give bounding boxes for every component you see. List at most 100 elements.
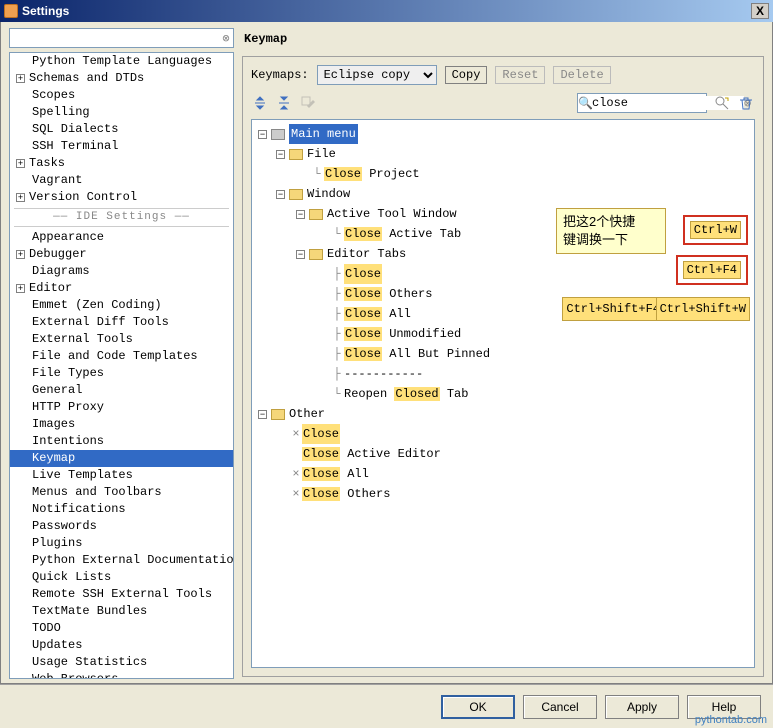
search-clear-icon[interactable]: ⊗ bbox=[219, 31, 233, 46]
sidebar-search-input[interactable] bbox=[10, 31, 219, 45]
tree-item[interactable]: TextMate Bundles bbox=[10, 603, 233, 620]
tree-item[interactable]: Python External Documentation bbox=[10, 552, 233, 569]
node-label: File bbox=[307, 144, 336, 164]
tree-item[interactable]: Plugins bbox=[10, 535, 233, 552]
tree-item[interactable]: General bbox=[10, 382, 233, 399]
tree-item[interactable]: Scopes bbox=[10, 87, 233, 104]
ok-button[interactable]: OK bbox=[441, 695, 515, 719]
tree-item[interactable]: Spelling bbox=[10, 104, 233, 121]
tree-item[interactable]: Live Templates bbox=[10, 467, 233, 484]
collapse-icon[interactable]: − bbox=[276, 190, 285, 199]
keymap-select[interactable]: Eclipse copy bbox=[317, 65, 437, 85]
delete-button[interactable]: Delete bbox=[553, 66, 610, 84]
node-window[interactable]: − Window bbox=[254, 184, 752, 204]
tree-item[interactable]: SQL Dialects bbox=[10, 121, 233, 138]
tree-item[interactable]: Quick Lists bbox=[10, 569, 233, 586]
tree-item[interactable]: Usage Statistics bbox=[10, 654, 233, 671]
action-reopen-closed-tab[interactable]: └ Reopen Closed Tab bbox=[254, 384, 752, 404]
action-other-close[interactable]: × Close bbox=[254, 424, 752, 444]
expand-icon[interactable]: + bbox=[16, 284, 25, 293]
shortcut-ctrl-shift-f4: Ctrl+Shift+F4 bbox=[562, 297, 664, 321]
node-label: Other bbox=[289, 404, 325, 424]
tree-item[interactable]: Menus and Toolbars bbox=[10, 484, 233, 501]
collapse-icon[interactable]: − bbox=[276, 150, 285, 159]
tree-item[interactable]: Appearance bbox=[10, 229, 233, 246]
tree-item[interactable]: Diagrams bbox=[10, 263, 233, 280]
tree-item[interactable]: +Version Control bbox=[10, 189, 233, 206]
tree-item[interactable]: +Editor bbox=[10, 280, 233, 297]
panel-title: Keymap bbox=[242, 28, 764, 50]
folder-icon bbox=[289, 189, 303, 200]
close-icon: × bbox=[290, 464, 302, 484]
node-active-tool-window[interactable]: − Active Tool Window bbox=[254, 204, 752, 224]
tree-item-label: Emmet (Zen Coding) bbox=[32, 297, 162, 314]
tree-item-label: External Diff Tools bbox=[32, 314, 169, 331]
action-close-unmodified[interactable]: ├ Close Unmodified bbox=[254, 324, 752, 344]
tree-item[interactable]: Updates bbox=[10, 637, 233, 654]
sidebar-search[interactable]: ⊗ bbox=[9, 28, 234, 48]
action-other-close-active-editor[interactable]: Close Active Editor bbox=[254, 444, 752, 464]
window-close-button[interactable]: X bbox=[751, 3, 769, 19]
expand-icon[interactable]: + bbox=[16, 74, 25, 83]
tree-item-label: Spelling bbox=[32, 104, 90, 121]
tree-item[interactable]: +Debugger bbox=[10, 246, 233, 263]
tree-item[interactable]: TODO bbox=[10, 620, 233, 637]
collapse-icon[interactable]: − bbox=[296, 250, 305, 259]
edit-shortcut-icon[interactable] bbox=[299, 94, 317, 112]
tree-item[interactable]: Vagrant bbox=[10, 172, 233, 189]
tree-item-label: Menus and Toolbars bbox=[32, 484, 162, 501]
tree-item[interactable]: Intentions bbox=[10, 433, 233, 450]
tree-item[interactable]: External Tools bbox=[10, 331, 233, 348]
trash-icon[interactable] bbox=[737, 94, 755, 112]
tree-item[interactable]: Web Browsers bbox=[10, 671, 233, 679]
expand-icon[interactable]: + bbox=[16, 250, 25, 259]
action-other-close-all[interactable]: × Close All bbox=[254, 464, 752, 484]
node-main-menu[interactable]: − Main menu bbox=[254, 124, 752, 144]
node-label: Main menu bbox=[289, 124, 358, 144]
expand-icon[interactable]: + bbox=[16, 159, 25, 168]
tree-item-label: General bbox=[32, 382, 82, 399]
tree-item[interactable]: Notifications bbox=[10, 501, 233, 518]
tree-item-label: TextMate Bundles bbox=[32, 603, 147, 620]
tree-item[interactable]: Passwords bbox=[10, 518, 233, 535]
action-close-all-but-pinned[interactable]: ├ Close All But Pinned bbox=[254, 344, 752, 364]
apply-button[interactable]: Apply bbox=[605, 695, 679, 719]
node-file[interactable]: − File bbox=[254, 144, 752, 164]
settings-tree[interactable]: Python Template Languages+Schemas and DT… bbox=[9, 52, 234, 679]
filter-box[interactable]: 🔍 ⊗ bbox=[577, 93, 707, 113]
action-close-active-tab[interactable]: └ Close Active Tab bbox=[254, 224, 752, 244]
tree-item[interactable]: SSH Terminal bbox=[10, 138, 233, 155]
tree-item[interactable]: Keymap bbox=[10, 450, 233, 467]
tree-item-label: Tasks bbox=[29, 155, 65, 172]
tree-item-label: Plugins bbox=[32, 535, 82, 552]
tree-item[interactable]: Emmet (Zen Coding) bbox=[10, 297, 233, 314]
action-close-project[interactable]: └ Close Project bbox=[254, 164, 752, 184]
expand-icon[interactable]: + bbox=[16, 193, 25, 202]
tree-item[interactable]: Images bbox=[10, 416, 233, 433]
action-other-close-others[interactable]: × Close Others bbox=[254, 484, 752, 504]
tree-item-label: SSH Terminal bbox=[32, 138, 118, 155]
titlebar: Settings X bbox=[0, 0, 773, 22]
node-other[interactable]: − Other bbox=[254, 404, 752, 424]
collapse-icon[interactable]: − bbox=[258, 130, 267, 139]
collapse-icon[interactable]: − bbox=[296, 210, 305, 219]
tree-item[interactable]: File Types bbox=[10, 365, 233, 382]
collapse-all-icon[interactable] bbox=[275, 94, 293, 112]
keymap-tree[interactable]: − Main menu − File └ Close Project − Win… bbox=[251, 119, 755, 668]
copy-button[interactable]: Copy bbox=[445, 66, 488, 84]
reset-button[interactable]: Reset bbox=[495, 66, 545, 84]
expand-all-icon[interactable] bbox=[251, 94, 269, 112]
folder-icon bbox=[309, 209, 323, 220]
tree-item[interactable]: Remote SSH External Tools bbox=[10, 586, 233, 603]
tree-item[interactable]: +Schemas and DTDs bbox=[10, 70, 233, 87]
tree-item[interactable]: + Tasks bbox=[10, 155, 233, 172]
tree-item[interactable]: External Diff Tools bbox=[10, 314, 233, 331]
tree-item[interactable]: HTTP Proxy bbox=[10, 399, 233, 416]
close-icon: × bbox=[290, 484, 302, 504]
tree-item[interactable]: Python Template Languages bbox=[10, 53, 233, 70]
cancel-button[interactable]: Cancel bbox=[523, 695, 597, 719]
tree-item[interactable]: File and Code Templates bbox=[10, 348, 233, 365]
tree-item-label: Notifications bbox=[32, 501, 126, 518]
find-by-shortcut-icon[interactable] bbox=[713, 94, 731, 112]
collapse-icon[interactable]: − bbox=[258, 410, 267, 419]
